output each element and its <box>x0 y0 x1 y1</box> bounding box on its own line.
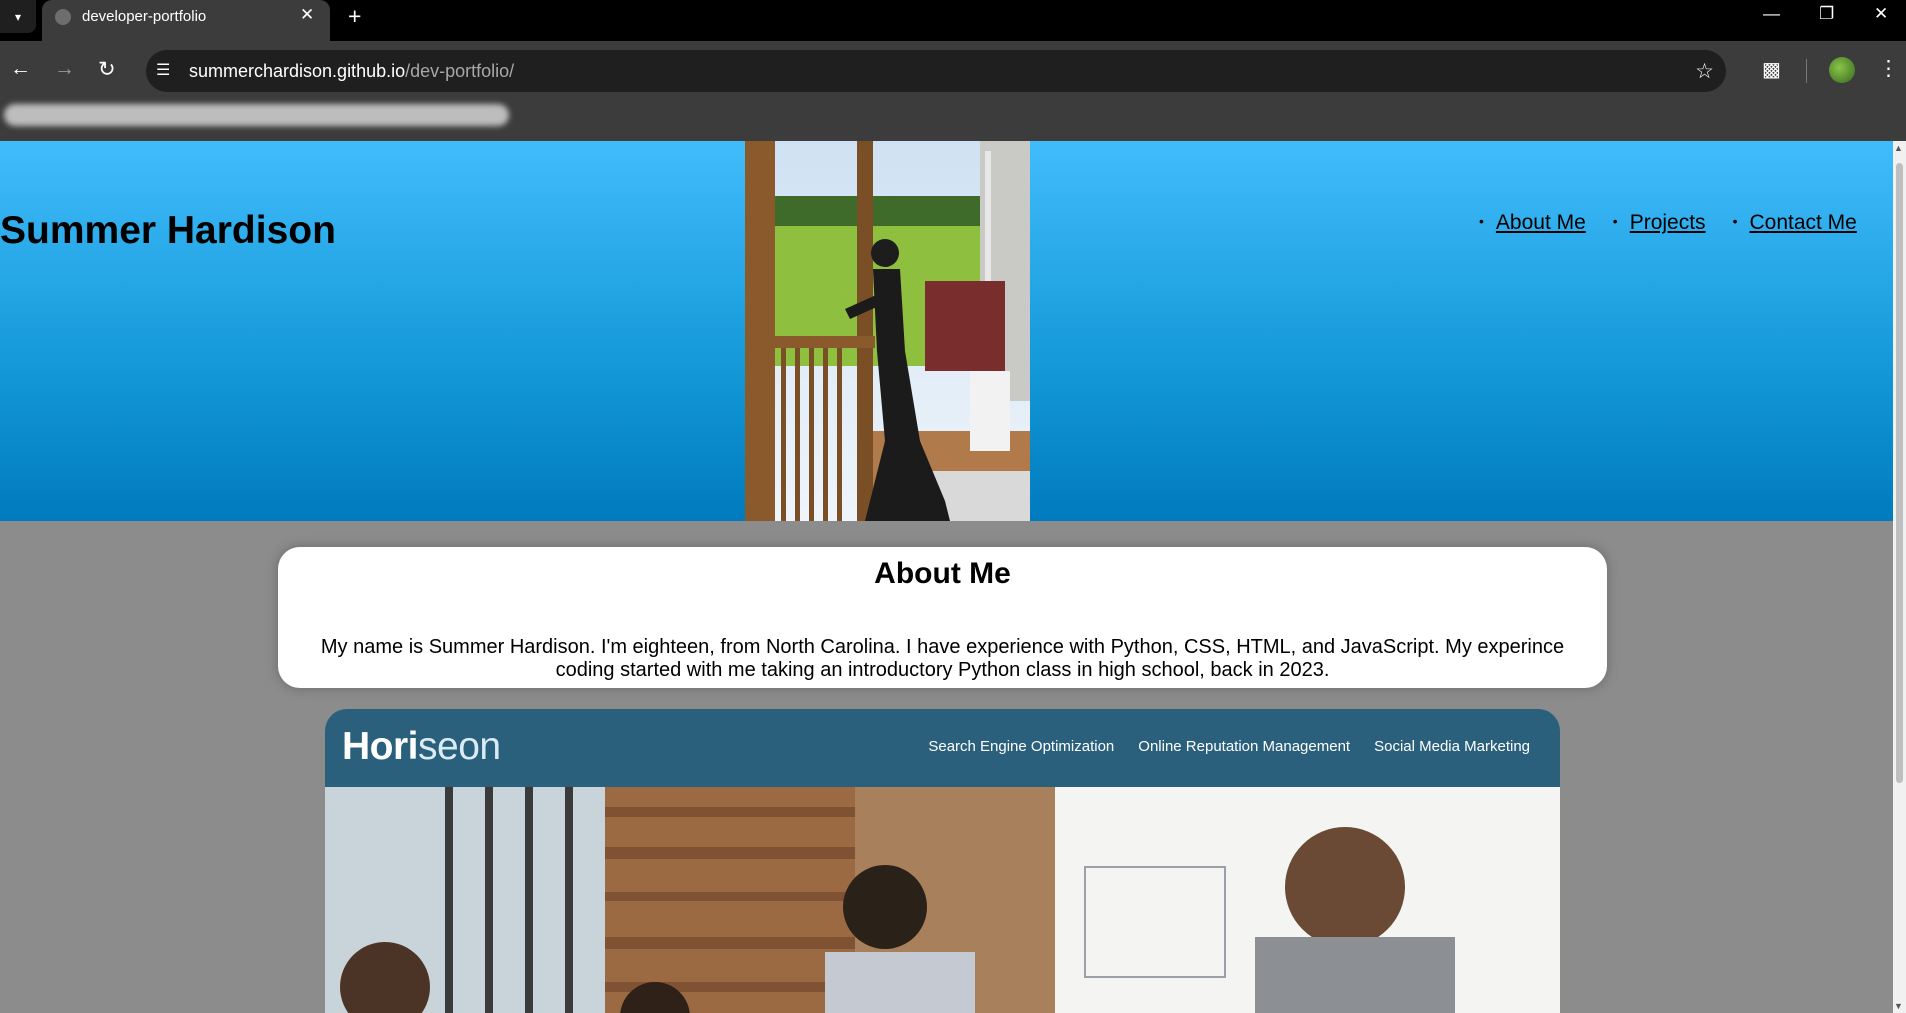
restore-icon[interactable]: ❐ <box>1819 4 1834 24</box>
main-nav: About Me Projects Contact Me <box>1479 211 1857 235</box>
close-icon[interactable]: ✕ <box>300 5 314 25</box>
window-close-icon[interactable]: ✕ <box>1874 4 1888 24</box>
tune-icon[interactable]: ☰ <box>156 60 170 80</box>
chevron-down-icon[interactable]: ▾ <box>0 0 36 33</box>
browser-tab-bar: ▾ developer-portfolio ✕ + — ❐ ✕ <box>0 0 1906 41</box>
nav-link-projects[interactable]: Projects <box>1630 211 1706 234</box>
nav-link-contact-me[interactable]: Contact Me <box>1749 211 1856 234</box>
url-text[interactable]: summerchardison.github.io/dev-portfolio/ <box>189 61 514 82</box>
url-path: /dev-portfolio/ <box>405 61 515 81</box>
project-header: Horiseon Search Engine Optimization Onli… <box>325 709 1560 787</box>
about-me-section: About Me My name is Summer Hardison. I'm… <box>278 547 1607 688</box>
arrow-right-icon[interactable]: → <box>54 57 75 81</box>
toolbar-divider <box>1806 59 1807 83</box>
browser-tab[interactable]: developer-portfolio ✕ <box>42 0 330 41</box>
nav-item-projects: Projects <box>1613 211 1706 235</box>
project-logo-main: Hori <box>342 725 419 768</box>
kebab-menu-icon[interactable]: ⋮ <box>1878 56 1899 81</box>
scroll-up-icon[interactable]: ▲ <box>1894 143 1903 153</box>
scroll-down-icon[interactable]: ▼ <box>1894 1001 1903 1011</box>
about-title: About Me <box>874 557 1011 590</box>
project-nav-orm: Online Reputation Management <box>1138 738 1351 755</box>
page-scrollbar[interactable]: ▲ ▼ <box>1893 141 1906 1013</box>
project-hero-photo <box>325 787 1560 1013</box>
project-logo-accent: seon <box>418 725 501 768</box>
project-nav-seo: Search Engine Optimization <box>928 738 1115 755</box>
project-nav: Search Engine Optimization Online Reputa… <box>904 738 1530 755</box>
browser-toolbar: ← → ↻ ☰ summerchardison.github.io/dev-po… <box>0 41 1906 141</box>
about-text: My name is Summer Hardison. I'm eighteen… <box>320 636 1565 681</box>
minimize-icon[interactable]: — <box>1763 4 1780 24</box>
portrait-photo <box>745 141 1030 521</box>
project-logo: Horiseon <box>342 725 501 769</box>
plus-icon[interactable]: + <box>348 3 361 30</box>
profile-avatar[interactable] <box>1829 57 1855 83</box>
redacted-bookmarks <box>4 104 509 126</box>
site-name: Summer Hardison <box>0 209 336 252</box>
project-card-horiseon[interactable]: Horiseon Search Engine Optimization Onli… <box>325 709 1560 1013</box>
arrow-left-icon[interactable]: ← <box>10 57 31 81</box>
star-icon[interactable]: ☆ <box>1695 59 1714 84</box>
nav-item-contact: Contact Me <box>1733 211 1856 235</box>
hero-header: Summer Hardison • About Me • Projects • … <box>0 141 1893 521</box>
address-bar[interactable]: ☰ summerchardison.github.io/dev-portfoli… <box>146 50 1726 92</box>
reload-icon[interactable]: ↻ <box>98 57 116 82</box>
project-nav-smm: Social Media Marketing <box>1374 738 1530 755</box>
nav-item-about: About Me <box>1479 211 1586 235</box>
globe-icon <box>55 9 71 25</box>
tab-title: developer-portfolio <box>82 8 207 25</box>
puzzle-icon[interactable]: ▩ <box>1762 57 1781 82</box>
url-domain: summerchardison.github.io <box>189 61 406 81</box>
scrollbar-thumb[interactable] <box>1896 163 1903 783</box>
page-viewport: Summer Hardison • About Me • Projects • … <box>0 141 1893 1013</box>
nav-link-about-me[interactable]: About Me <box>1496 211 1586 234</box>
